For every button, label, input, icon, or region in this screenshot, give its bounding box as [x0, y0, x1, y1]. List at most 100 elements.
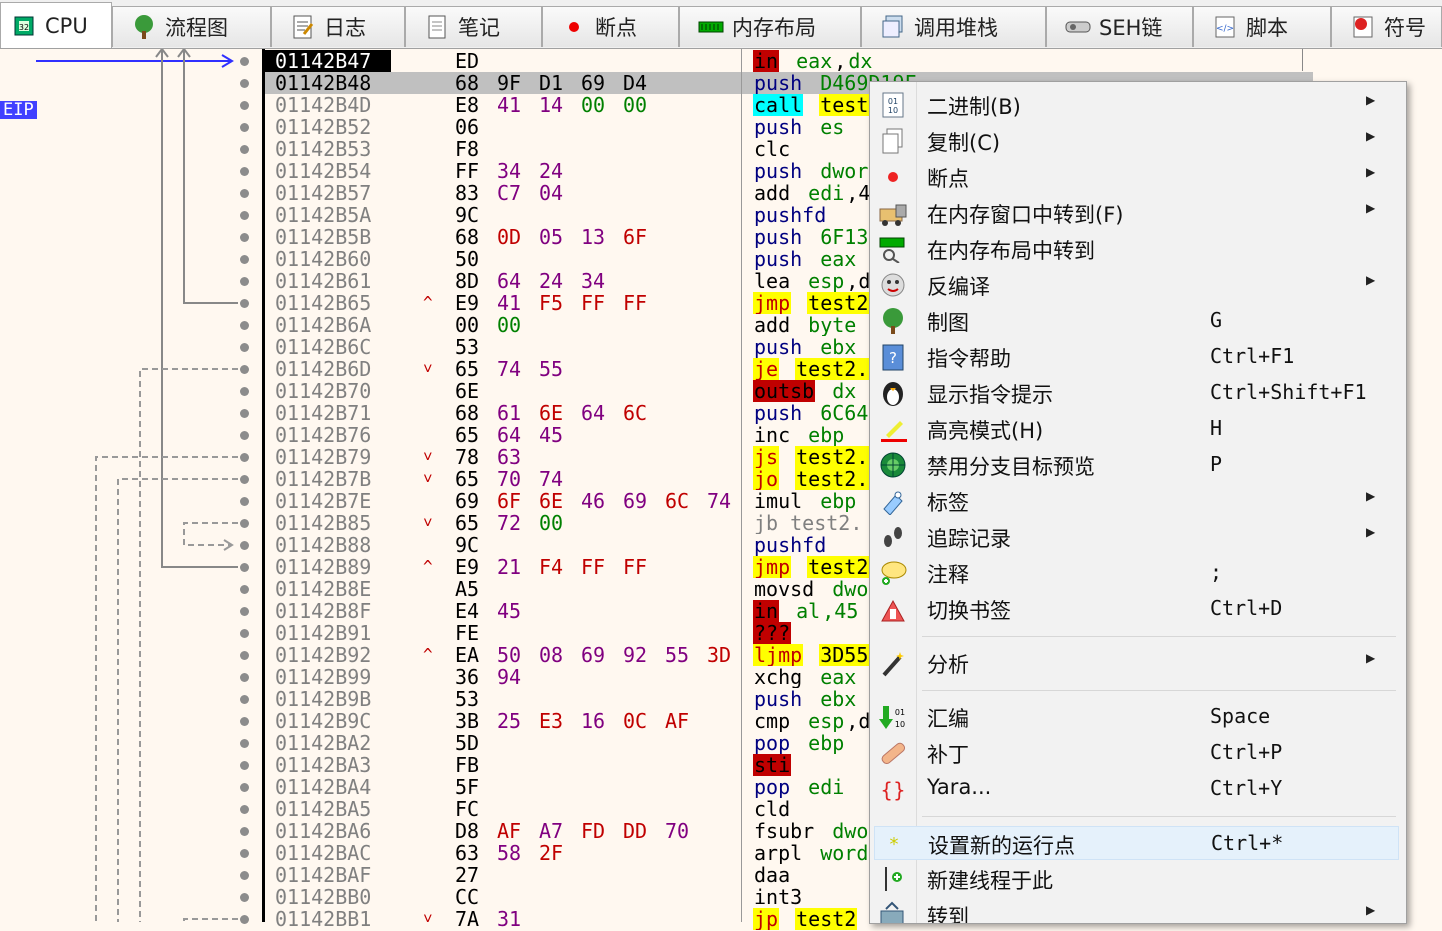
address-cell[interactable]: 01142B47: [265, 50, 393, 72]
address-cell[interactable]: 01142B9C: [265, 710, 393, 732]
menu-item-highlight-pen[interactable]: 高亮模式(H) H: [874, 412, 1399, 446]
bytes-row[interactable]: 63 58 2F: [391, 842, 741, 864]
bytes-row[interactable]: ED: [391, 50, 741, 72]
bytes-row[interactable]: 8D 64 24 34: [391, 270, 741, 292]
bytes-row[interactable]: ˅ 65 72 00: [391, 512, 741, 534]
bytes-row[interactable]: 00 00: [391, 314, 741, 336]
address-cell[interactable]: 01142B60: [265, 248, 393, 270]
bytes-row[interactable]: 27: [391, 864, 741, 886]
bytes-row[interactable]: ˅ 78 63: [391, 446, 741, 468]
instruction[interactable]: je test2.: [753, 358, 883, 380]
instruction[interactable]: push es: [753, 116, 883, 138]
address-cell[interactable]: 01142B5B: [265, 226, 393, 248]
menu-item-footprints[interactable]: 追踪记录 ▶: [874, 520, 1399, 554]
instruction[interactable]: ???: [753, 622, 883, 644]
row-dot[interactable]: [240, 277, 249, 286]
row-dot[interactable]: [240, 299, 249, 308]
row-dot[interactable]: [240, 915, 249, 924]
address-cell[interactable]: 01142B65: [265, 292, 393, 314]
menu-item-bandage[interactable]: 补丁 Ctrl+P: [874, 736, 1399, 770]
instruction[interactable]: pop ebp: [753, 732, 883, 754]
address-cell[interactable]: 01142B79: [265, 446, 393, 468]
address-cell[interactable]: 01142BA3: [265, 754, 393, 776]
instruction[interactable]: in al ,45: [753, 600, 883, 622]
bytes-row[interactable]: ^ E9 21 F4 FF FF: [391, 556, 741, 578]
bytes-row[interactable]: A5: [391, 578, 741, 600]
bytes-row[interactable]: CC: [391, 886, 741, 908]
bytes-row[interactable]: 69 6F 6E 46 69 6C 74: [391, 490, 741, 512]
instruction[interactable]: add byte: [753, 314, 883, 336]
instruction[interactable]: push eax: [753, 248, 883, 270]
address-cell[interactable]: 01142B70: [265, 380, 393, 402]
bytes-row[interactable]: 53: [391, 336, 741, 358]
row-dot[interactable]: [240, 79, 249, 88]
menu-item-label[interactable]: 标签 ▶: [874, 484, 1399, 518]
address-cell[interactable]: 01142BAF: [265, 864, 393, 886]
tab-call-stack[interactable]: 调用堆栈: [861, 6, 1046, 47]
instruction[interactable]: call test: [753, 94, 883, 116]
address-cell[interactable]: 01142B4D: [265, 94, 393, 116]
bytes-row[interactable]: ˅ 65 74 55: [391, 358, 741, 380]
bytes-row[interactable]: 68 61 6E 64 6C: [391, 402, 741, 424]
bytes-row[interactable]: FF 34 24: [391, 160, 741, 182]
instruction[interactable]: sti: [753, 754, 883, 776]
row-dot[interactable]: [240, 761, 249, 770]
address-cell[interactable]: 01142BB0: [265, 886, 393, 908]
tab-seh-chain[interactable]: SEH链: [1046, 6, 1193, 47]
menu-item-goto[interactable]: 转到 ▶: [874, 898, 1399, 923]
bytes-row[interactable]: ˅ 65 70 74: [391, 468, 741, 490]
row-dot[interactable]: [240, 211, 249, 220]
bytes-row[interactable]: 36 94: [391, 666, 741, 688]
address-cell[interactable]: 01142BA2: [265, 732, 393, 754]
instruction[interactable]: movsd dwo: [753, 578, 883, 600]
tab-breakpoint[interactable]: 断点: [542, 6, 679, 47]
row-dot[interactable]: [240, 189, 249, 198]
bytes-row[interactable]: ˅ 7A 31: [391, 908, 741, 930]
address-cell[interactable]: 01142BAC: [265, 842, 393, 864]
menu-item-graph-tree[interactable]: 制图 G: [874, 304, 1399, 338]
bytes-row[interactable]: 5D: [391, 732, 741, 754]
menu-item-binary[interactable]: 01 10 二进制(B) ▶: [874, 88, 1399, 122]
bytes-row[interactable]: FE: [391, 622, 741, 644]
tab-symbols[interactable]: 符号: [1331, 6, 1442, 47]
menu-item-dump[interactable]: 在内存窗口中转到(F) ▶: [874, 196, 1399, 230]
bytes-row[interactable]: D8 AF A7 FD DD 70: [391, 820, 741, 842]
instruction[interactable]: xchg eax: [753, 666, 883, 688]
menu-item-bookmark[interactable]: 切换书签 Ctrl+D: [874, 592, 1399, 626]
instruction[interactable]: pushfd: [753, 534, 883, 556]
address-cell[interactable]: 01142B88: [265, 534, 393, 556]
row-dot[interactable]: [240, 739, 249, 748]
bytes-row[interactable]: 5F: [391, 776, 741, 798]
instruction[interactable]: imul ebp: [753, 490, 883, 512]
menu-item-assemble[interactable]: 01 10 汇编 Space: [874, 700, 1399, 734]
row-dot[interactable]: [240, 893, 249, 902]
address-cell[interactable]: 01142B99: [265, 666, 393, 688]
instruction[interactable]: jb test2.: [753, 512, 883, 534]
row-dot[interactable]: [240, 343, 249, 352]
instruction[interactable]: jo test2.: [753, 468, 883, 490]
tab-cpu[interactable]: 32 CPU: [0, 2, 112, 48]
menu-item-decompile[interactable]: 反编译 ▶: [874, 268, 1399, 302]
address-cell[interactable]: 01142B71: [265, 402, 393, 424]
bytes-row[interactable]: FC: [391, 798, 741, 820]
address-cell[interactable]: 01142B89: [265, 556, 393, 578]
row-dot[interactable]: [240, 651, 249, 660]
menu-item-yara[interactable]: {} Yara... Ctrl+Y: [874, 772, 1399, 806]
tab-notes[interactable]: 笔记: [405, 6, 542, 47]
row-dot[interactable]: [240, 563, 249, 572]
tab-log[interactable]: 日志: [271, 6, 405, 47]
bytes-row[interactable]: 9C: [391, 534, 741, 556]
instruction[interactable]: cmp esp ,d: [753, 710, 883, 732]
row-dot[interactable]: [240, 453, 249, 462]
row-dot[interactable]: [240, 145, 249, 154]
row-dot[interactable]: [240, 475, 249, 484]
row-dot[interactable]: [240, 497, 249, 506]
menu-item-new-thread[interactable]: 新建线程于此: [874, 862, 1399, 896]
tab-script[interactable]: </> 脚本: [1193, 6, 1331, 47]
instruction[interactable]: jmp test2: [753, 556, 883, 578]
address-cell[interactable]: 01142BB1: [265, 908, 393, 930]
instruction[interactable]: fsubr dwo: [753, 820, 883, 842]
address-cell[interactable]: 01142B7B: [265, 468, 393, 490]
instruction[interactable]: add edi ,4: [753, 182, 883, 204]
bytes-row[interactable]: ^ EA 50 08 69 92 55 3D: [391, 644, 741, 666]
